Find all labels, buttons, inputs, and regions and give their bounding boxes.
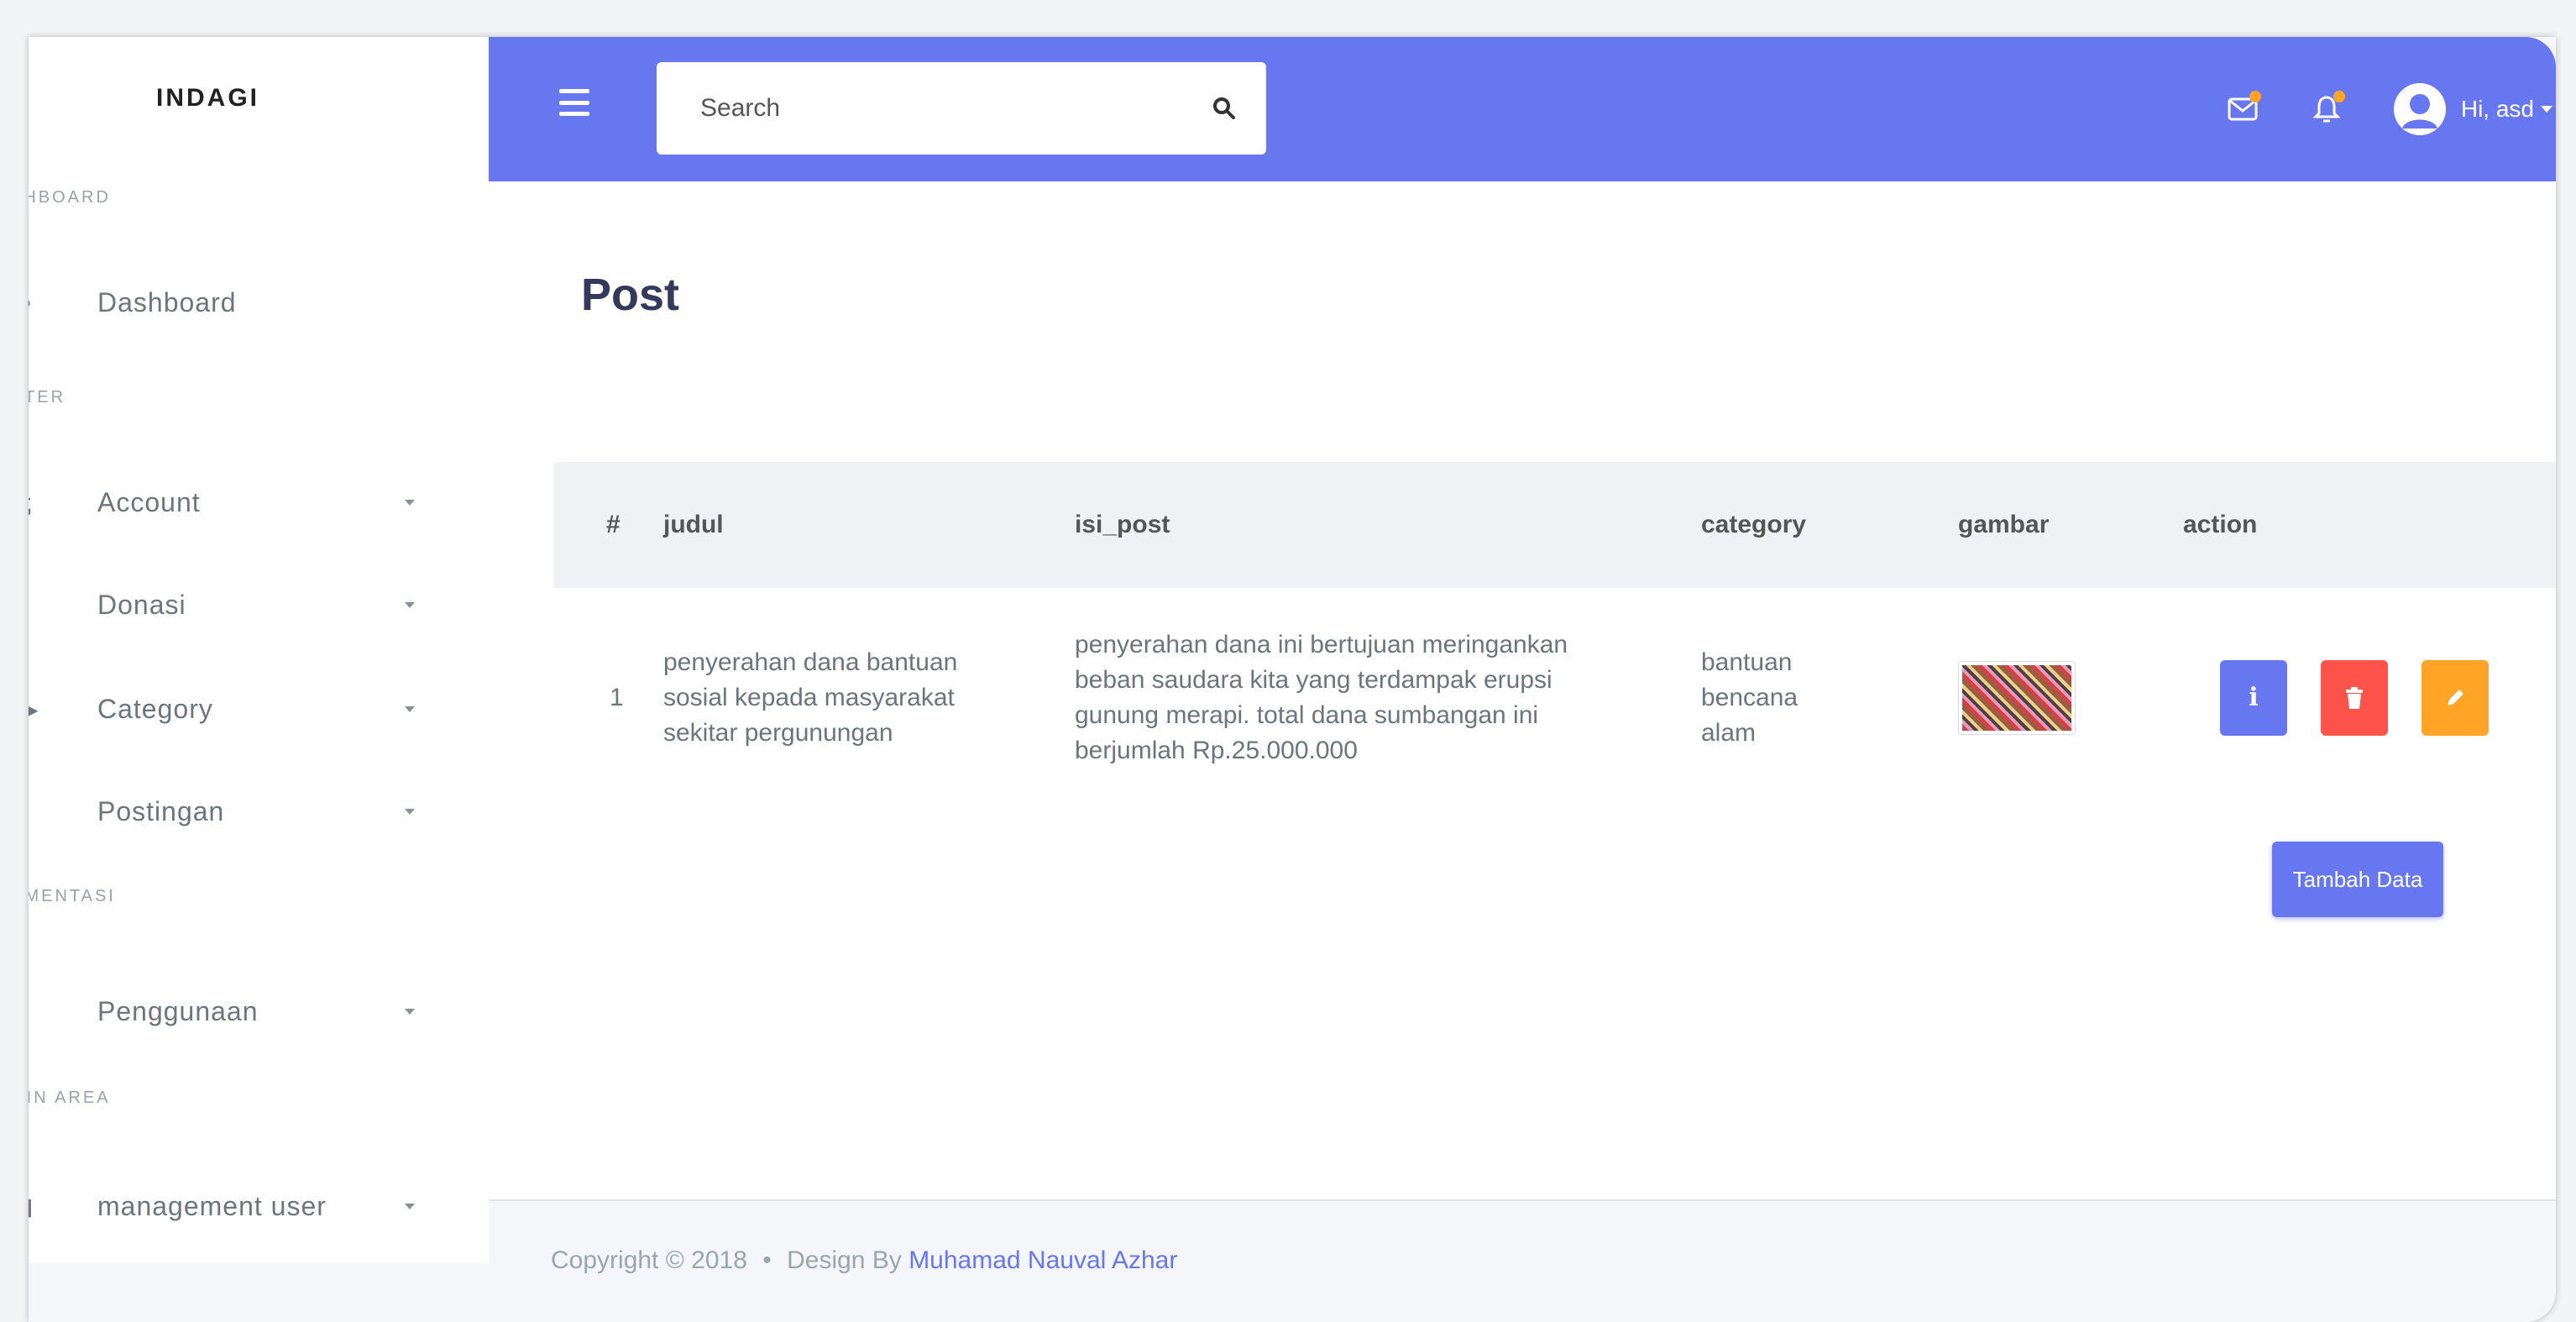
- post-card: # judul isi_post category gambar action …: [489, 393, 2556, 1199]
- footer-copyright: Copyright © 2018: [551, 1246, 747, 1274]
- page-title: Post: [581, 270, 680, 320]
- info-icon: i: [2249, 683, 2259, 712]
- menu-header-starter: RTER: [29, 388, 66, 407]
- chevron-down-icon: [405, 499, 415, 506]
- add-data-button[interactable]: Tambah Data: [2272, 842, 2443, 917]
- menu-header-admin-area: MIN AREA: [29, 1089, 111, 1107]
- sidebar-item-penggunaan[interactable]: i Penggunaan: [29, 986, 440, 1036]
- sidebar-item-account[interactable]: ꞔ Account: [29, 477, 440, 527]
- cell-judul: penyerahan dana bantuan sosial kepada ma…: [663, 648, 958, 747]
- column-header-isi-post: isi_post: [1075, 511, 1170, 538]
- user-greeting: Hi, asd: [2460, 96, 2534, 122]
- brand-logo[interactable]: INDAGI: [156, 84, 259, 113]
- cell-action: i: [2183, 588, 2556, 808]
- hamburger-menu-icon[interactable]: [559, 89, 589, 116]
- server-icon: ▮: [29, 1193, 45, 1220]
- cell-no: 1: [610, 684, 624, 711]
- footer-divider: [489, 1199, 2556, 1201]
- notification-dot: [2249, 91, 2261, 102]
- cell-gambar: [1958, 588, 2183, 808]
- sidebar-item-label: Penggunaan: [97, 995, 259, 1026]
- sidebar-item-label: Donasi: [97, 589, 186, 620]
- post-table: # judul isi_post category gambar action …: [554, 462, 2556, 808]
- sidebar-item-donasi[interactable]: ⱡ Donasi: [29, 580, 440, 630]
- edit-button[interactable]: [2422, 660, 2489, 736]
- search-icon[interactable]: [1182, 62, 1266, 155]
- sidebar-item-dashboard[interactable]: ◗ Dashboard: [29, 277, 440, 328]
- fire-icon: ◗: [29, 289, 45, 316]
- bell-icon[interactable]: [2301, 84, 2352, 134]
- table-header-row: # judul isi_post category gambar action: [554, 462, 2556, 588]
- search-box: [657, 62, 1266, 155]
- section-header: Post: [489, 181, 2556, 393]
- sidebar-item-label: Dashboard: [97, 286, 237, 317]
- chevron-down-icon: [405, 601, 415, 608]
- column-header-action: action: [2183, 511, 2258, 538]
- chevron-down-icon: [405, 808, 415, 815]
- app-frame: INDAGI SHBOARD ◗ Dashboard RTER ꞔ Accoun…: [29, 37, 2556, 1322]
- sidebar-item-label: Postingan: [97, 795, 225, 826]
- trash-icon: [2346, 687, 2363, 709]
- sidebar-item-category[interactable]: ▶ Category: [29, 684, 440, 734]
- cell-isi-post: penyerahan dana ini bertujuan meringanka…: [1075, 631, 1568, 764]
- cell-category: bantuan bencana alam: [1701, 648, 1798, 747]
- column-header-no: #: [606, 511, 620, 538]
- topbar: Hi, asd: [489, 37, 2556, 181]
- envelope-icon[interactable]: [2217, 84, 2268, 134]
- sidebar-item-label: management user: [97, 1190, 327, 1221]
- menu-header-dokumentasi: UMENTASI: [29, 887, 116, 905]
- sidebar: INDAGI SHBOARD ◗ Dashboard RTER ꞔ Accoun…: [29, 37, 489, 1263]
- chevron-down-icon: [405, 1203, 415, 1209]
- avatar: [2393, 83, 2446, 135]
- users-icon: ꞔ: [29, 486, 45, 518]
- footer-author-link[interactable]: Muhamad Nauval Azhar: [908, 1246, 1177, 1274]
- table-row: 1 penyerahan dana bantuan sosial kepada …: [554, 588, 2556, 808]
- footer-design-by: Design By: [787, 1246, 902, 1274]
- footer: Copyright © 2018 • Design By Muhamad Nau…: [551, 1246, 1177, 1275]
- topbar-right: Hi, asd: [2217, 37, 2556, 181]
- footer-separator: •: [762, 1246, 772, 1274]
- sidebar-item-management-user[interactable]: ▮ management user: [29, 1181, 440, 1231]
- delete-button[interactable]: [2321, 660, 2388, 736]
- info-button[interactable]: i: [2220, 660, 2287, 736]
- tag-icon: ▶: [29, 695, 39, 722]
- donate-icon: ⱡ: [29, 591, 45, 618]
- chevron-down-icon: [405, 706, 415, 712]
- column-header-category: category: [1701, 511, 1807, 538]
- pen-icon: ᵖ: [29, 798, 45, 825]
- menu-header-dashboard: SHBOARD: [29, 188, 111, 207]
- user-dropdown[interactable]: Hi, asd: [2393, 83, 2552, 135]
- search-input[interactable]: [657, 62, 1182, 155]
- column-header-judul: judul: [663, 511, 724, 538]
- post-image-thumbnail[interactable]: [1958, 661, 2076, 735]
- info-icon: i: [29, 998, 45, 1025]
- pencil-icon: [2448, 690, 2463, 706]
- caret-down-icon: [2541, 106, 2552, 113]
- chevron-down-icon: [405, 1008, 415, 1015]
- notification-dot: [2333, 91, 2345, 102]
- sidebar-item-label: Category: [97, 693, 213, 724]
- sidebar-item-label: Account: [97, 486, 201, 517]
- column-header-gambar: gambar: [1958, 511, 2050, 538]
- sidebar-item-postingan[interactable]: ᵖ Postingan: [29, 786, 440, 837]
